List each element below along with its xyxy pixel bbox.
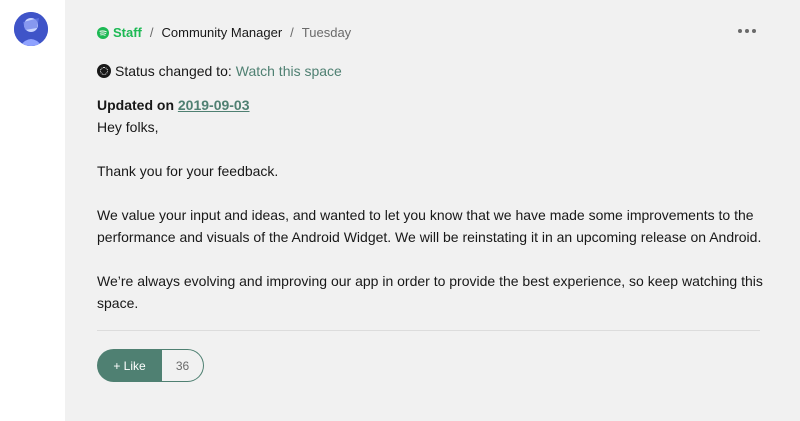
paragraph: We’re always evolving and improving our … [97,273,763,311]
meta-separator: / [149,25,154,40]
author-role: Community Manager [161,25,283,40]
meta-separator: / [290,25,294,40]
divider [97,330,760,331]
like-control: + Like 36 [97,349,204,382]
paragraph: We value your input and ideas, and wante… [97,207,762,245]
status-line: Status changed to: Watch this space [97,63,342,79]
like-button[interactable]: + Like [97,349,162,382]
updated-line: Updated on 2019-09-03 [97,94,767,116]
status-value-link[interactable]: Watch this space [236,63,342,79]
staff-label: Staff [113,25,142,40]
post-body: Updated on 2019-09-03 Hey folks, Thank y… [97,94,767,314]
post-meta: Staff / Community Manager / Tuesday [97,25,351,41]
post-card: Staff / Community Manager / Tuesday Stat… [65,0,800,421]
status-prefix: Status changed to: [115,63,232,79]
updated-prefix: Updated on [97,97,174,113]
paragraph: Thank you for your feedback. [97,163,279,179]
updated-date-link[interactable]: 2019-09-03 [178,97,250,113]
status-icon [97,64,111,78]
like-count[interactable]: 36 [162,349,204,382]
paragraph: Hey folks, [97,119,159,135]
avatar[interactable] [14,12,48,46]
spotify-icon [97,27,109,39]
more-options-icon[interactable] [738,24,756,38]
post-date: Tuesday [301,25,352,40]
staff-badge: Staff [97,25,142,41]
